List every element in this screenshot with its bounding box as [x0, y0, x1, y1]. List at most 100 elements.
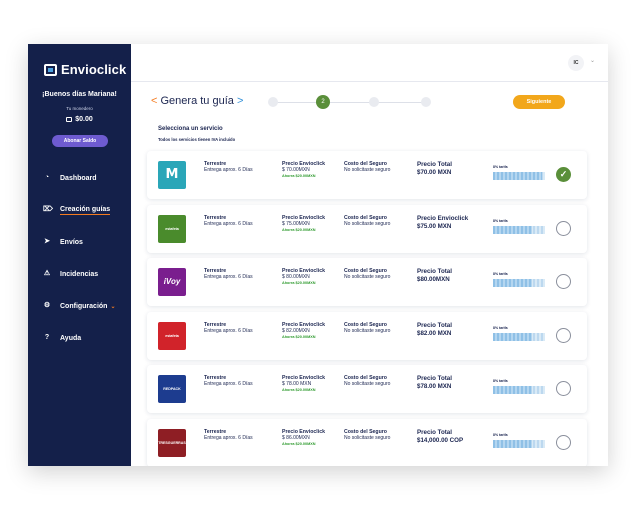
delivery-estimate: Entrega aprox. 6 Días	[204, 220, 253, 227]
section-note: Todos los servicios tienen IVA incluido	[158, 137, 236, 142]
saving-text: Ahorra $20.00MXN	[282, 441, 316, 446]
brand-name: Envioclick	[61, 62, 127, 77]
sidebar-item-envíos[interactable]: ➤ Envíos	[28, 226, 131, 258]
saving-text: Ahorra $20.00MXN	[282, 281, 316, 286]
wallet-label: Tu monedero	[66, 106, 93, 111]
warning-icon: ⚠	[43, 270, 51, 277]
carrier-logo: iVoy	[158, 268, 186, 296]
rating-bar	[493, 439, 545, 448]
avatar[interactable]: IC	[568, 55, 584, 71]
price-block: Precio Envioclick $ 75.00MXN Ahorra $20.00…	[282, 215, 325, 234]
next-button[interactable]: Siguiente	[513, 95, 565, 109]
insurance-block: Costo del Seguro No solicitaste seguro	[344, 322, 390, 334]
check-icon[interactable]: ✓	[556, 167, 571, 182]
service-list: M Terrestre Entrega aprox. 6 Días Precio En…	[147, 151, 587, 466]
carrier-logo: M	[158, 161, 186, 189]
service-type: Terrestre Entrega aprox. 6 Días	[204, 268, 253, 280]
total-block: Precio Total $14,000.00 COP	[417, 429, 463, 444]
page-title-text: Genera tu guía	[160, 95, 234, 107]
rating-label: 8% tarifa	[493, 432, 508, 437]
delivery-estimate: Entrega aprox. 6 Días	[204, 434, 253, 441]
insurance-label: Costo del Seguro	[344, 321, 387, 328]
sidebar-item-label: Ayuda	[60, 334, 82, 342]
rating-block: 8% tarifa	[493, 219, 545, 234]
total-block: Precio Envioclick $75.00 MXN	[417, 214, 469, 230]
sidebar-item-label: Incidencias	[60, 270, 99, 278]
service-option[interactable]: REDPACK Terrestre Entrega aprox. 6 Días Pre…	[147, 365, 587, 413]
delivery-estimate: Entrega aprox. 6 Días	[204, 381, 253, 388]
back-arrow-icon[interactable]: <	[151, 95, 157, 107]
greeting-text: ¡Buenos días Mariana!	[42, 91, 117, 98]
rating-bar	[493, 172, 545, 180]
carrier-logo: TRESGUERRAS	[158, 428, 186, 457]
carrier-logo: REDPACK	[158, 375, 186, 403]
rating-bar	[493, 332, 545, 341]
total-label: Precio Total	[417, 375, 452, 382]
delivery-estimate: Entrega aprox. 6 Días	[204, 167, 253, 174]
sidebar-item-incidencias[interactable]: ⚠ Incidencias	[28, 258, 131, 290]
tag-icon: ⌦	[43, 206, 53, 213]
step-4[interactable]	[421, 97, 431, 107]
insurance-label: Costo del Seguro	[344, 428, 387, 435]
rating-label: 8% tarifa	[493, 325, 508, 330]
step-3[interactable]	[369, 97, 379, 107]
radio-button[interactable]	[556, 381, 571, 396]
total-label: Precio Total	[417, 321, 452, 329]
carrier-logo: estafeta	[158, 214, 186, 243]
sidebar-item-label: Creación guías	[60, 205, 111, 215]
insurance-note: No solicitaste seguro	[344, 274, 391, 281]
price-block: Precio Envioclick $ 80.00MXN Ahorra $20.00…	[282, 268, 325, 287]
sidebar-item-dashboard[interactable]: ◔ Dashboard	[28, 162, 131, 194]
forward-arrow-icon[interactable]: >	[237, 95, 243, 107]
rating-bar	[493, 225, 545, 234]
insurance-block: Costo del Seguro No solicitaste seguro	[344, 161, 390, 173]
app-window: Envioclick ¡Buenos días Mariana! Tu mone…	[28, 44, 608, 466]
total-block: Precio Total $80.00MXN	[417, 268, 452, 283]
send-icon: ➤	[44, 238, 50, 245]
service-type: Terrestre Entrega aprox. 6 Días	[204, 375, 253, 387]
section-title: Selecciona un servicio	[158, 126, 223, 132]
wallet-icon	[66, 116, 73, 122]
sidebar-nav: ◔ Dashboard ⌦ Creación guías ➤ Envíos ⚠ Inciden…	[28, 162, 131, 354]
rating-label: 8% tarifa	[493, 165, 508, 169]
step-2[interactable]: 2	[316, 95, 330, 109]
chevron-down-icon[interactable]: ⌄	[590, 57, 595, 64]
radio-button[interactable]	[556, 274, 571, 289]
price-block: Precio Envioclick $ 70.00MXN Ahorra $20.00…	[282, 161, 325, 180]
sidebar-item-ayuda[interactable]: ? Ayuda	[28, 322, 131, 354]
rating-block: 8% tarifa	[493, 326, 545, 341]
service-option[interactable]: iVoy Terrestre Entrega aprox. 6 Días Precio…	[147, 258, 587, 306]
topup-button[interactable]: Abonar Saldo	[52, 135, 108, 147]
insurance-note: No solicitaste seguro	[344, 434, 391, 441]
total-value: $82.00 MXN	[417, 329, 452, 337]
insurance-block: Costo del Seguro No solicitaste seguro	[344, 375, 390, 387]
service-type: Terrestre Entrega aprox. 6 Días	[204, 322, 253, 334]
service-option[interactable]: M Terrestre Entrega aprox. 6 Días Precio En…	[147, 151, 587, 199]
total-label: Precio Envioclick	[417, 214, 469, 222]
wallet-amount: $0.00	[75, 116, 93, 123]
sidebar-item-configuración[interactable]: ⚙ Configuración ⌄	[28, 290, 131, 322]
stepper-line	[274, 102, 430, 103]
service-type: Terrestre Entrega aprox. 6 Días	[204, 429, 253, 441]
step-1[interactable]	[268, 97, 278, 107]
service-option[interactable]: TRESGUERRAS Terrestre Entrega aprox. 6 Día…	[147, 418, 587, 466]
delivery-estimate: Entrega aprox. 6 Días	[204, 327, 253, 334]
service-option[interactable]: estafeta Terrestre Entrega aprox. 6 Días Pr…	[147, 311, 587, 360]
sidebar-item-creación-guías[interactable]: ⌦ Creación guías	[28, 194, 131, 226]
radio-button[interactable]	[556, 327, 571, 343]
rating-label: 8% tarifa	[493, 272, 508, 276]
price-block: Precio Envioclick $ 78.00 MXN Ahorra $20.0…	[282, 375, 325, 394]
total-block: Precio Total $78.00 MXN	[417, 375, 452, 390]
radio-button[interactable]	[556, 220, 571, 236]
price-label: Precio Envioclick	[282, 428, 325, 435]
radio-button[interactable]	[556, 434, 571, 450]
rating-block: 8% tarifa	[493, 165, 545, 180]
service-type: Terrestre Entrega aprox. 6 Días	[204, 215, 253, 227]
brand-logo[interactable]: Envioclick	[44, 62, 126, 77]
saving-text: Ahorra $20.00MXN	[282, 227, 316, 232]
saving-text: Ahorra $20.00MXN	[282, 334, 316, 339]
sidebar-item-label: Envíos	[60, 238, 83, 246]
service-option[interactable]: estafeta Terrestre Entrega aprox. 6 Días Pr…	[147, 204, 587, 253]
help-icon: ?	[44, 334, 50, 341]
dashboard-icon: ◔	[44, 174, 50, 181]
